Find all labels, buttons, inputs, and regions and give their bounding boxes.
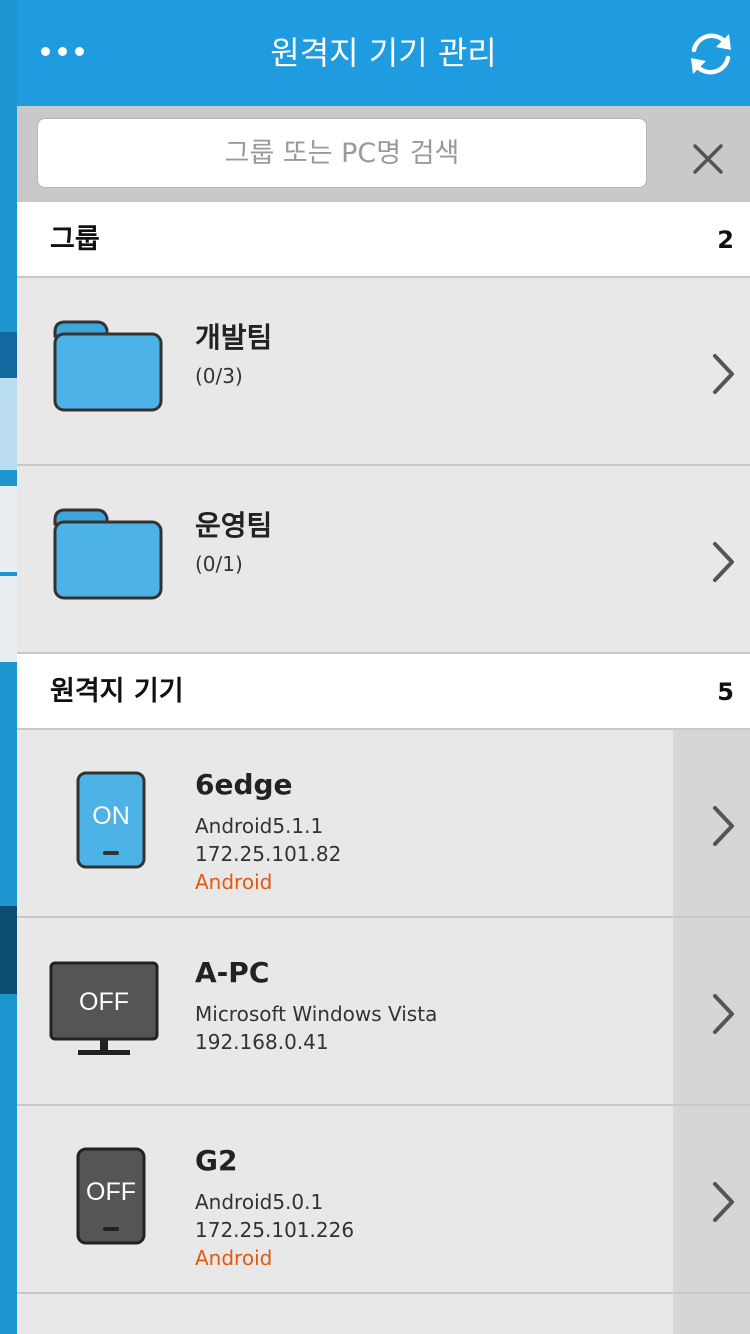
refresh-icon[interactable] xyxy=(685,28,737,80)
chevron-right-icon xyxy=(713,994,734,1034)
group-device-count: (0/3) xyxy=(195,364,243,388)
device-name: A-PC xyxy=(195,956,270,989)
groups-section-title: 그룹 xyxy=(50,224,100,255)
device-os-version: Microsoft Windows Vista xyxy=(195,1002,438,1026)
device-row[interactable]: OFF A-PC Microsoft Windows Vista 192.168… xyxy=(17,918,750,1106)
group-device-count: (0/1) xyxy=(195,552,243,576)
device-row[interactable]: OFF G2 Android5.0.1 172.25.101.226 Andro… xyxy=(17,1106,750,1294)
groups-section-header: 그룹 2 xyxy=(17,202,750,278)
group-row[interactable]: 개발팀 (0/3) xyxy=(17,278,750,466)
groups-count: 2 xyxy=(717,226,734,254)
device-platform: Android xyxy=(195,870,273,894)
chevron-right-icon xyxy=(713,806,734,846)
group-name: 개발팀 xyxy=(195,321,273,354)
device-row[interactable] xyxy=(17,1294,750,1334)
background-app xyxy=(0,0,17,1334)
page-title: 원격지 기기 관리 xyxy=(270,34,497,72)
close-icon[interactable] xyxy=(685,136,731,182)
device-ip: 192.168.0.41 xyxy=(195,1030,329,1054)
device-os-version: Android5.1.1 xyxy=(195,814,324,838)
folder-icon xyxy=(53,320,163,412)
devices-count: 5 xyxy=(717,678,734,706)
device-row[interactable]: ON 6edge Android5.1.1 172.25.101.82 Andr… xyxy=(17,730,750,918)
device-status-label: OFF xyxy=(86,1178,136,1206)
device-platform: Android xyxy=(195,1246,273,1270)
device-name: 6edge xyxy=(195,768,293,801)
device-name: G2 xyxy=(195,1144,238,1177)
device-status-label: ON xyxy=(92,802,130,830)
chevron-right-icon xyxy=(713,354,734,394)
device-ip: 172.25.101.226 xyxy=(195,1218,355,1242)
folder-icon xyxy=(53,508,163,600)
device-ip: 172.25.101.82 xyxy=(195,842,342,866)
chevron-right-icon xyxy=(713,1182,734,1222)
group-row[interactable]: 운영팀 (0/1) xyxy=(17,466,750,654)
device-manager-panel: 원격지 기기 관리 그룹 2 개발팀 (0/3) xyxy=(17,0,750,1334)
devices-section-header: 원격지 기기 5 xyxy=(17,654,750,730)
header-bar: 원격지 기기 관리 xyxy=(17,0,750,106)
device-detail-button[interactable] xyxy=(673,1294,750,1334)
chevron-right-icon xyxy=(713,542,734,582)
device-os-version: Android5.0.1 xyxy=(195,1190,324,1214)
more-dots-icon[interactable] xyxy=(41,26,101,76)
search-input[interactable] xyxy=(37,118,647,188)
group-name: 운영팀 xyxy=(195,509,273,542)
device-status-label: OFF xyxy=(79,988,129,1016)
search-bar xyxy=(17,106,750,202)
devices-section-title: 원격지 기기 xyxy=(50,676,184,707)
